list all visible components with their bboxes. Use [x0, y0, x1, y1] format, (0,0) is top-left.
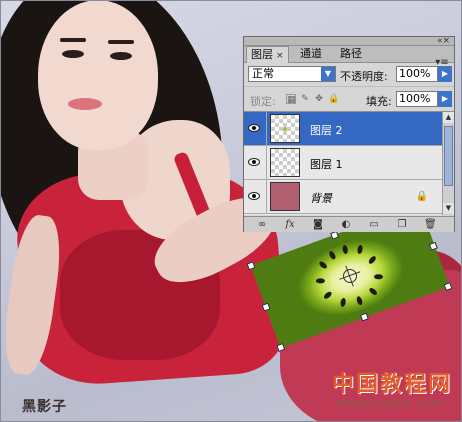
opacity-label: 不透明度: — [340, 70, 388, 83]
watermark-url: www.jcwcn.com — [336, 396, 445, 410]
group-icon[interactable]: ▭ — [368, 219, 380, 230]
fx-icon[interactable]: fx — [284, 219, 296, 230]
tab-channels-label: 通道 — [300, 47, 322, 60]
lock-transparent-icon[interactable]: ▦ — [286, 94, 296, 105]
fill-field[interactable]: 100% — [396, 91, 438, 107]
layer-thumbnail — [270, 148, 300, 177]
layer-name: 背景 — [310, 192, 332, 205]
kiwi-seed — [373, 274, 383, 280]
signature: 黑影子 — [22, 399, 67, 415]
visibility-toggle[interactable] — [244, 180, 267, 213]
tab-paths-label: 路径 — [340, 47, 362, 60]
right-eye — [110, 52, 132, 60]
kiwi-thumb-icon — [283, 127, 287, 131]
layers-bottom-bar: ∞ fx ◙ ◐ ▭ ❐ 🗑 — [244, 216, 454, 232]
kiwi-seed — [355, 295, 364, 306]
tab-close-icon[interactable]: × — [276, 51, 284, 61]
tab-layers-label: 图层 — [251, 48, 273, 61]
right-brow — [108, 40, 134, 44]
layer-name: 图层 1 — [310, 158, 343, 171]
opacity-field[interactable]: 100% — [396, 66, 438, 82]
face — [38, 0, 158, 150]
kiwi-seed — [327, 250, 337, 261]
transform-handle[interactable] — [428, 241, 438, 251]
kiwi-seed — [341, 244, 349, 255]
transform-center-icon[interactable] — [341, 267, 359, 285]
kiwi-seed — [339, 297, 347, 308]
lock-label: 锁定: — [250, 95, 276, 108]
left-eye — [62, 50, 84, 58]
lock-brush-icon[interactable]: ✎ — [300, 94, 310, 104]
eye-icon — [248, 158, 260, 166]
tab-paths[interactable]: 路径 — [336, 46, 366, 61]
lips — [68, 98, 102, 110]
kiwi-seed — [356, 244, 364, 255]
kiwi-seed — [322, 290, 333, 301]
watermark-title: 中国教程网 — [332, 371, 453, 397]
left-brow — [60, 38, 86, 42]
tab-channels[interactable]: 通道 — [296, 46, 326, 61]
layer-thumbnail — [270, 114, 300, 143]
layer-row-background[interactable]: 背景 🔒 — [244, 180, 442, 214]
new-layer-icon[interactable]: ❐ — [396, 219, 408, 230]
kiwi-seed — [367, 254, 378, 265]
lock-icon: 🔒 — [415, 191, 428, 202]
layer-name: 图层 2 — [310, 124, 343, 137]
scroll-down-icon[interactable]: ▼ — [443, 203, 454, 214]
visibility-toggle[interactable] — [244, 112, 267, 145]
layer-row-layer1[interactable]: 图层 1 — [244, 146, 442, 180]
kiwi-seed — [318, 260, 329, 270]
layer-thumbnail — [270, 182, 300, 211]
tab-layers[interactable]: 图层 × — [246, 46, 289, 63]
blend-opacity-row: 正常 ▼ 不透明度: 100% ▶ — [244, 64, 454, 87]
fill-slider-arrow-icon[interactable]: ▶ — [438, 91, 452, 107]
blend-mode-select[interactable]: 正常 ▼ — [248, 66, 336, 82]
layers-panel: «× 图层 × 通道 路径 ▾≡ 正常 ▼ 不透明度: 100% ▶ 锁定: ▦ … — [243, 36, 455, 232]
kiwi-seed — [368, 286, 379, 297]
layer-row-layer2[interactable]: 图层 2 — [244, 112, 442, 146]
layer-list-scrollbar[interactable]: ▲ ▼ — [442, 112, 454, 215]
panel-tabs: 图层 × 通道 路径 ▾≡ — [244, 46, 454, 68]
visibility-toggle[interactable] — [244, 146, 267, 179]
lock-fill-row: 锁定: ▦ ✎ ✥ 🔒 填充: 100% ▶ — [244, 87, 454, 112]
eye-icon — [248, 124, 260, 132]
eye-icon — [248, 192, 260, 200]
blend-mode-value: 正常 — [252, 67, 274, 80]
fill-label: 填充: — [366, 95, 392, 108]
panel-collapse-close-icon[interactable]: «× — [437, 36, 450, 46]
lock-move-icon[interactable]: ✥ — [314, 94, 324, 104]
link-icon[interactable]: ∞ — [256, 219, 268, 230]
scroll-thumb[interactable] — [444, 126, 453, 186]
lock-all-icon[interactable]: 🔒 — [328, 94, 339, 104]
delete-icon[interactable]: 🗑 — [424, 219, 437, 230]
kiwi-seed — [315, 278, 325, 284]
adjustment-icon[interactable]: ◐ — [340, 219, 352, 230]
scroll-up-icon[interactable]: ▲ — [443, 112, 454, 123]
mask-icon[interactable]: ◙ — [312, 219, 324, 230]
layer-list: 图层 2 图层 1 背景 🔒 — [244, 112, 442, 215]
panel-title-bar[interactable]: «× — [244, 36, 454, 46]
chevron-down-icon[interactable]: ▼ — [321, 67, 335, 81]
opacity-slider-arrow-icon[interactable]: ▶ — [438, 66, 452, 82]
